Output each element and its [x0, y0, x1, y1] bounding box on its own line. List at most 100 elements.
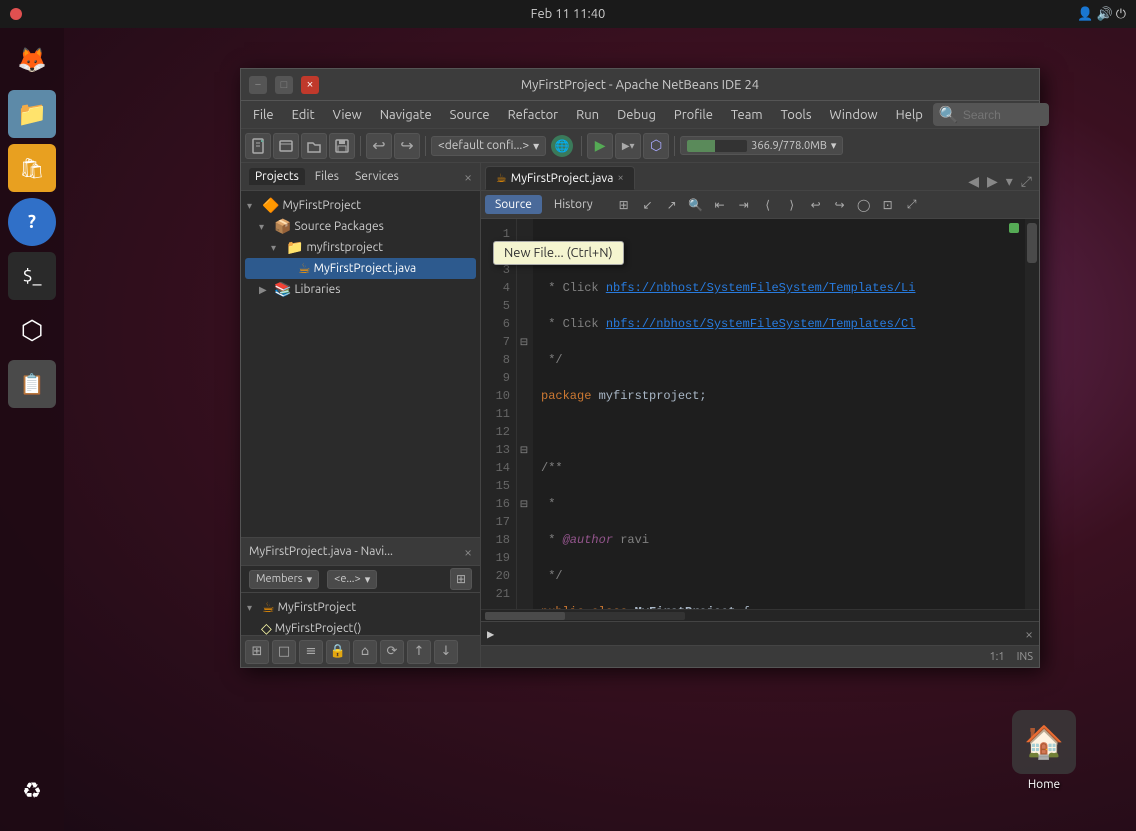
h-scrollbar-thumb[interactable]	[485, 612, 565, 620]
tree-item-main-java[interactable]: ☕ MyFirstProject.java	[245, 258, 476, 279]
menu-team[interactable]: Team	[723, 105, 771, 125]
source-tb-btn-6[interactable]: ⇥	[733, 194, 755, 216]
nav-item-class[interactable]: ▾ ☕ MyFirstProject	[245, 597, 476, 618]
fold-7[interactable]: ⊟	[517, 333, 531, 351]
history-tab[interactable]: History	[544, 195, 603, 214]
source-tb-btn-4[interactable]: 🔍	[685, 194, 707, 216]
scope-dropdown[interactable]: <e...> ▾	[327, 570, 377, 589]
editor-tab-main[interactable]: ☕ MyFirstProject.java ×	[485, 166, 635, 190]
menu-file[interactable]: File	[245, 105, 282, 125]
memory-bar[interactable]: 366.9/778.0MB ▾	[680, 136, 843, 155]
maximize-button[interactable]: □	[275, 76, 293, 94]
menu-view[interactable]: View	[325, 105, 370, 125]
menu-source[interactable]: Source	[442, 105, 498, 125]
menu-window[interactable]: Window	[821, 105, 885, 125]
minimize-button[interactable]: −	[249, 76, 267, 94]
menu-run[interactable]: Run	[568, 105, 607, 125]
fold-13[interactable]: ⊟	[517, 441, 531, 459]
tree-item-project[interactable]: ▾ 🔶 MyFirstProject	[245, 195, 476, 216]
window-title: MyFirstProject - Apache NetBeans IDE 24	[521, 78, 759, 92]
menu-navigate[interactable]: Navigate	[372, 105, 440, 125]
undo-button[interactable]: ↩	[366, 133, 392, 159]
search-input[interactable]	[963, 108, 1043, 122]
bt-btn-2[interactable]: □	[272, 640, 296, 664]
taskbar-icon-clipboard[interactable]: 📋	[8, 360, 56, 408]
tab-prev-button[interactable]: ◀	[965, 173, 982, 190]
tab-services[interactable]: Services	[349, 168, 405, 185]
source-tb-btn-8[interactable]: ⟩	[781, 194, 803, 216]
system-bar-icons[interactable]: 👤 🔊 ⏻	[1077, 7, 1126, 22]
tree-item-source-packages[interactable]: ▾ 📦 Source Packages	[245, 216, 476, 237]
left-panel-close[interactable]: ×	[464, 169, 472, 185]
bt-btn-5[interactable]: ⌂	[353, 640, 377, 664]
navigator-close[interactable]: ×	[464, 544, 472, 560]
bt-btn-7[interactable]: ↑	[407, 640, 431, 664]
tab-menu-button[interactable]: ▾	[1003, 173, 1016, 190]
globe-button[interactable]: 🌐	[551, 135, 573, 157]
nav-item-constructor[interactable]: ◇ MyFirstProject()	[245, 618, 476, 635]
run-more-button[interactable]: ▶▾	[615, 133, 641, 159]
save-button[interactable]	[329, 133, 355, 159]
taskbar-icon-terminal[interactable]: $_	[8, 252, 56, 300]
new-project-button[interactable]	[273, 133, 299, 159]
debug-button[interactable]: ⬡	[643, 133, 669, 159]
source-tb-btn-10[interactable]: ↪	[829, 194, 851, 216]
h-scrollbar[interactable]	[481, 609, 1039, 621]
taskbar-icon-files[interactable]: 📁	[8, 90, 56, 138]
source-tb-btn-5[interactable]: ⇤	[709, 194, 731, 216]
source-tb-btn-12[interactable]: ⊡	[877, 194, 899, 216]
close-button[interactable]: ×	[301, 76, 319, 94]
source-tb-expand[interactable]: ⤢	[901, 194, 923, 216]
editor-tab-close[interactable]: ×	[617, 172, 623, 184]
taskbar-icon-firefox[interactable]: 🦊	[8, 36, 56, 84]
nav-class-icon: ☕	[262, 599, 275, 616]
fold-16[interactable]: ⊟	[517, 495, 531, 513]
config-dropdown[interactable]: <default confi...> ▾	[431, 136, 546, 156]
editor-expand-button[interactable]: ⤢	[1018, 173, 1035, 190]
nav-grid-button[interactable]: ⊞	[450, 568, 472, 590]
source-tb-btn-2[interactable]: ↙	[637, 194, 659, 216]
scroll-thumb[interactable]	[1027, 223, 1037, 263]
tab-projects[interactable]: Projects	[249, 168, 305, 185]
taskbar-icon-trash[interactable]: ♻	[8, 767, 56, 815]
taskbar-icon-appstore[interactable]: 🛍	[8, 144, 56, 192]
tree-item-libraries[interactable]: ▶ 📚 Libraries	[245, 279, 476, 300]
search-box[interactable]: 🔍	[933, 103, 1049, 126]
tab-files[interactable]: Files	[309, 168, 345, 185]
source-tb-btn-11[interactable]: ◯	[853, 194, 875, 216]
source-tb-btn-7[interactable]: ⟨	[757, 194, 779, 216]
cmd-close[interactable]: ×	[1025, 626, 1033, 642]
tree-item-myfirstproject-pkg[interactable]: ▾ 📁 myfirstproject	[245, 237, 476, 258]
menu-refactor[interactable]: Refactor	[500, 105, 567, 125]
code-content[interactable]: /* * Click nbfs://nbhost/SystemFileSyste…	[533, 219, 1039, 609]
source-tb-btn-3[interactable]: ↗	[661, 194, 683, 216]
menu-profile[interactable]: Profile	[666, 105, 721, 125]
line-6	[541, 423, 1031, 441]
menu-tools[interactable]: Tools	[773, 105, 820, 125]
redo-button[interactable]: ↪	[394, 133, 420, 159]
code-editor[interactable]: 12345 678910 1112131415 1617181920 21	[481, 219, 1039, 609]
bt-btn-6[interactable]: ⟳	[380, 640, 404, 664]
source-tb-btn-1[interactable]: ⊞	[613, 194, 635, 216]
bt-btn-8[interactable]: ↓	[434, 640, 458, 664]
fold-11	[517, 405, 531, 423]
menu-debug[interactable]: Debug	[609, 105, 664, 125]
bt-btn-3[interactable]: ≡	[299, 640, 323, 664]
taskbar-icon-help[interactable]: ?	[8, 198, 56, 246]
open-button[interactable]	[301, 133, 327, 159]
new-file-button[interactable]	[245, 133, 271, 159]
h-scrollbar-track[interactable]	[485, 612, 685, 620]
bt-btn-4[interactable]: 🔒	[326, 640, 350, 664]
run-button[interactable]: ▶	[587, 133, 613, 159]
tab-next-button[interactable]: ▶	[984, 173, 1001, 190]
home-icon[interactable]: 🏠 Home	[1012, 710, 1076, 791]
members-dropdown[interactable]: Members ▾	[249, 570, 319, 589]
taskbar-icon-cube[interactable]: ⬡	[8, 306, 56, 354]
source-tb-btn-9[interactable]: ↩	[805, 194, 827, 216]
menu-help[interactable]: Help	[888, 105, 931, 125]
toolbar-separator-2	[425, 136, 426, 156]
bt-btn-1[interactable]: ⊞	[245, 640, 269, 664]
menu-edit[interactable]: Edit	[284, 105, 323, 125]
scroll-indicator[interactable]	[1025, 219, 1039, 609]
source-tab[interactable]: Source	[485, 195, 542, 214]
